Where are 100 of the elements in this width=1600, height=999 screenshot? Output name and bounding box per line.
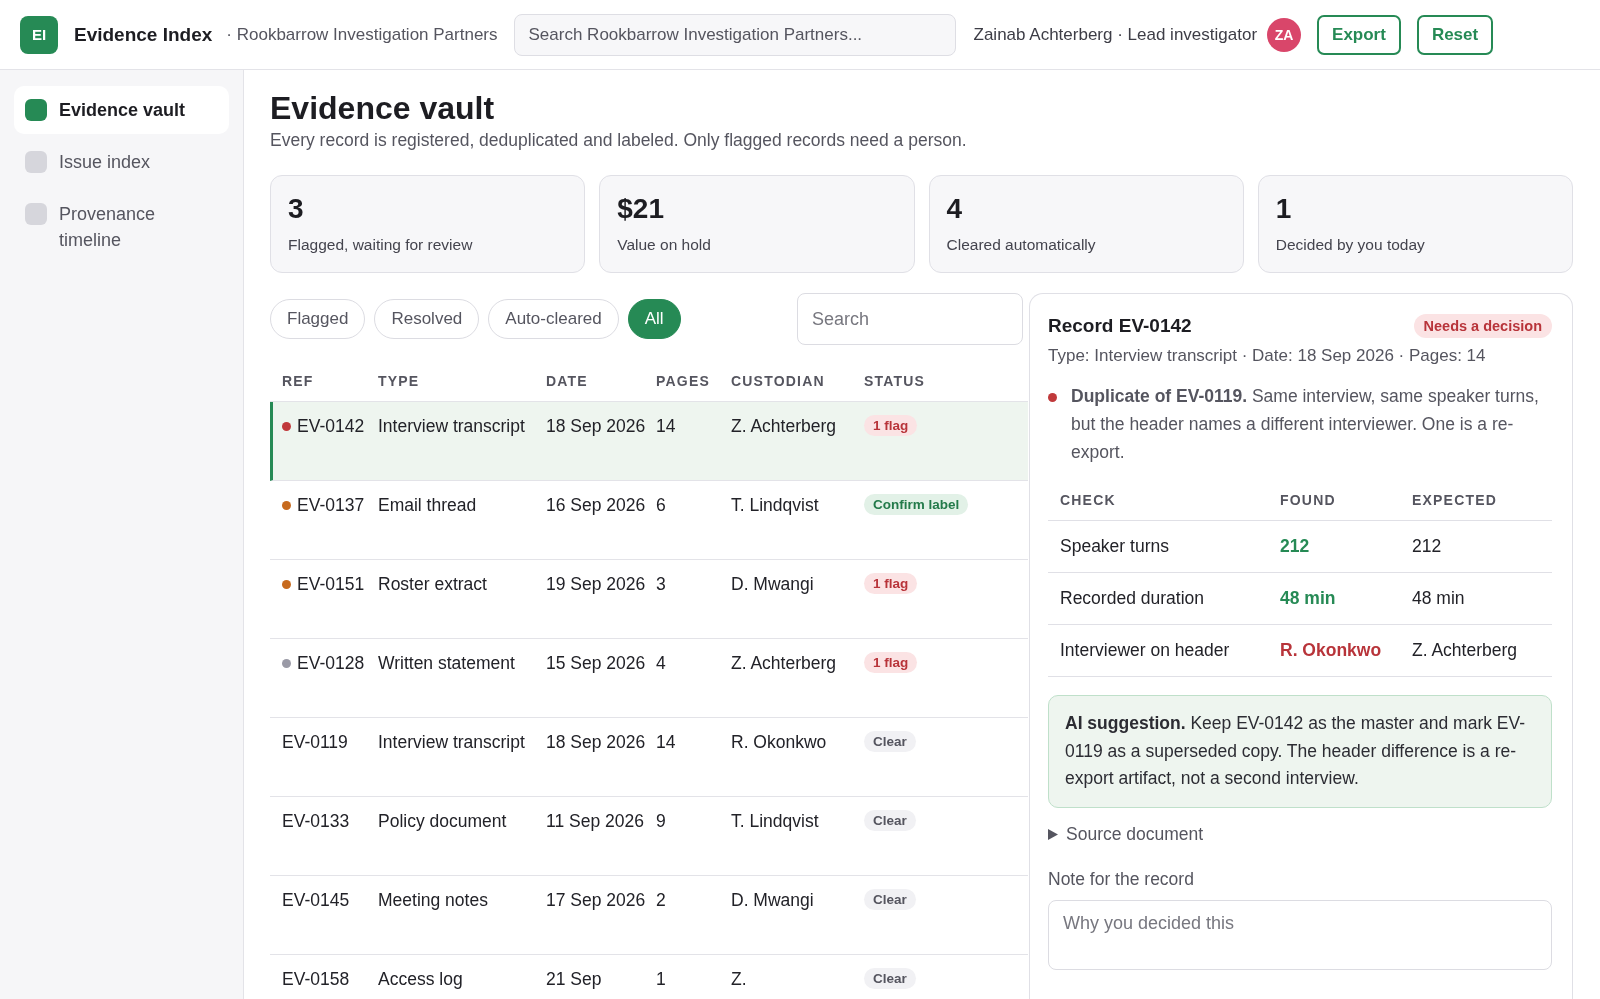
stat-value: 1 [1275,192,1293,226]
filter-pill[interactable]: All [627,299,681,339]
type-cell-text: Access log [378,968,464,991]
check-cell-text: Interviewer on header [1060,640,1231,661]
filter-pill[interactable]: Flagged [270,299,366,339]
user-name: Zainab Achterberg · Lead investigator [973,24,1258,45]
user-avatar[interactable]: ZA [1267,17,1302,52]
status-badge: Confirm label [864,494,969,515]
reset-button[interactable]: Reset [1416,14,1494,55]
stat-value: 4 [946,192,964,226]
column-header: STATUS [864,373,927,389]
date-cell-text: 21 Sep [546,968,603,991]
ref-cell-text: EV-0137 [297,494,366,517]
type-cell-text: Email thread [378,494,478,517]
stat-label: Flagged, waiting for review [288,236,474,254]
column-header: CUSTODIAN [731,373,826,389]
search-field[interactable]: Search Rookbarrow Investigation Partners... [513,13,956,56]
record-meta: Type: Interview transcript · Date: 18 Sep 2026 · Pages: 14 [1048,346,1487,366]
filter-pill[interactable]: Resolved [374,299,480,339]
ref-cell-text: EV-0119 [282,731,349,754]
stat-label: Cleared automatically [946,236,1097,254]
stat-label: Decided by you today [1275,236,1426,254]
app-name: Evidence Index [74,23,213,46]
pages-cell-text: 1 [656,968,667,991]
sidebar-label: Provenance timeline [59,203,157,252]
check-cell-text: Recorded duration [1060,588,1205,609]
custodian-cell-text: T. Lindqvist [731,810,820,833]
type-cell-text: Interview transcript [378,731,526,754]
ref-cell-text: EV-0158 [282,968,351,991]
custodian-cell-text: Z. Achterberg [731,415,838,438]
found-cell-text: R. Okonkwo [1280,640,1383,661]
column-header: DATE [546,373,589,389]
type-cell-text: Meeting notes [378,889,489,912]
status-badge: Clear [864,810,916,831]
expected-cell-text: 48 min [1412,588,1466,609]
decision-badge: Needs a decision [1413,314,1552,338]
expected-cell-text: 212 [1412,536,1443,557]
sidebar-item[interactable]: Provenance timeline [14,190,229,264]
found-cell-text: 212 [1280,536,1311,557]
ref-cell-text: EV-0128 [297,652,366,675]
status-badge: 1 flag [864,652,918,673]
date-cell-text: 11 Sep 2026 [546,810,645,833]
pages-cell-text: 14 [656,415,677,438]
date-cell-text: 18 Sep 2026 [546,731,647,754]
stat-label: Value on hold [617,236,712,254]
date-cell-text: 16 Sep 2026 [546,494,647,517]
column-header: TYPE [378,373,421,389]
custodian-cell-text: T. Lindqvist [731,494,820,517]
pages-cell-text: 4 [656,652,667,675]
stat-value: $21 [617,192,665,226]
pages-cell-text: 6 [656,494,667,517]
ref-cell-text: EV-0145 [282,889,351,912]
status-badge: Clear [864,889,916,910]
status-badge: Clear [864,731,916,752]
table-row[interactable]: EV-0142 Interview transcript 18 Sep 2026 14 Z. Achterberg 1 flag [270,402,1028,481]
type-cell-text: Policy document [378,810,508,833]
column-header: EXPECTED [1412,492,1499,508]
page-title: Evidence vault [270,89,496,128]
app-logo: EI [20,15,58,54]
column-header: PAGES [656,373,711,389]
sidebar-item[interactable]: Evidence vault [14,86,229,134]
custodian-cell-text: D. Mwangi [731,573,815,596]
date-cell-text: 17 Sep 2026 [546,889,647,912]
page-subtitle: Every record is registered, deduplicated and labeled. Only flagged records need a person. [270,130,968,151]
date-cell-text: 15 Sep 2026 [546,652,647,675]
organization-name: · Rookbarrow Investigation Partners [226,24,498,45]
found-cell-text: 48 min [1280,588,1337,609]
ai-suggestion: AI suggestion. Keep EV-0142 as the master and mark EV-0119 as a superseded copy. The header difference is a re-export artifact, not a second interview. [1048,695,1552,808]
column-header: CHECK [1060,492,1117,508]
ref-cell-text: EV-0142 [297,415,366,438]
type-cell-text: Roster extract [378,573,488,596]
ref-cell-text: EV-0151 [297,573,366,596]
check-cell-text: Speaker turns [1060,536,1170,557]
source-document-toggle[interactable]: Source document [1048,823,1204,845]
pages-cell-text: 9 [656,810,667,833]
sidebar-item[interactable]: Issue index [14,138,229,186]
sidebar-label: Evidence vault [59,99,186,122]
note-label: Note for the record [1048,868,1195,890]
type-cell-text: Interview transcript [378,415,526,438]
caret-icon [1048,828,1058,840]
filter-pill[interactable]: Auto-cleared [488,299,619,339]
pages-cell-text: 2 [656,889,667,912]
type-cell-text: Written statement [378,652,516,675]
pages-cell-text: 3 [656,573,667,596]
custodian-cell-text: D. Mwangi [731,889,815,912]
table-search-field[interactable]: Search [797,293,1023,345]
record-title: Record EV-0142 [1048,315,1192,337]
status-badge: Clear [864,968,916,989]
custodian-cell-text: R. Okonkwo [731,731,828,754]
date-cell-text: 18 Sep 2026 [546,415,647,438]
note-field[interactable]: Why you decided this [1048,899,1552,970]
stat-value: 3 [288,192,305,226]
column-header: FOUND [1280,492,1337,508]
status-badge: 1 flag [864,573,918,594]
ref-cell-text: EV-0133 [282,810,351,833]
custodian-cell-text: Z. Achterberg [731,652,838,675]
export-button[interactable]: Export [1317,14,1401,55]
expected-cell-text: Z. Achterberg [1412,640,1519,661]
date-cell-text: 19 Sep 2026 [546,573,647,596]
sidebar-label: Issue index [59,151,151,174]
